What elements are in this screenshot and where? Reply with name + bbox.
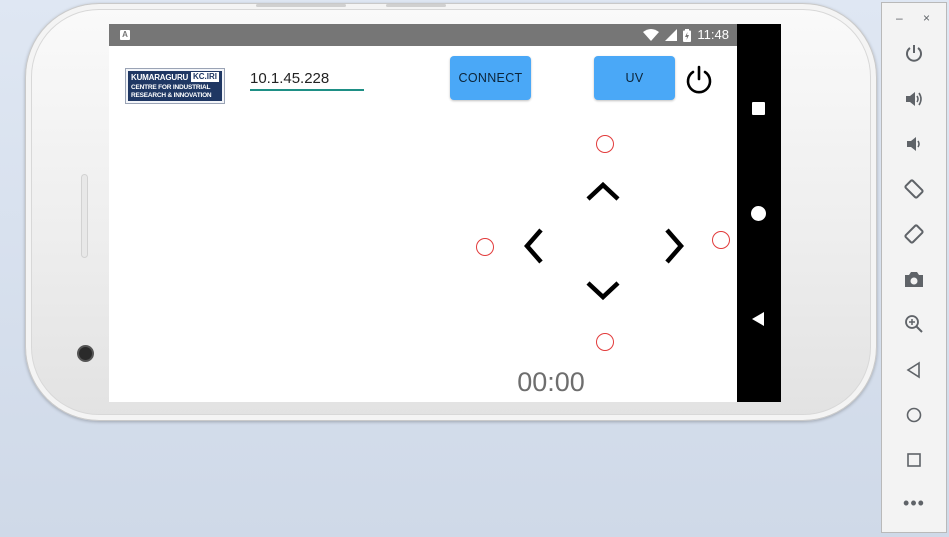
volume-down-icon[interactable] — [902, 132, 926, 156]
close-button[interactable]: × — [923, 11, 930, 25]
emulator-toolbar: – × ••• — [881, 2, 947, 533]
device-screen: A 11:48 KUMARAGURU KC.IRI CENTRE FOR IND… — [109, 24, 781, 402]
android-nav-bar — [737, 24, 781, 402]
rotate-left-icon[interactable] — [902, 177, 926, 201]
kciri-logo: KUMARAGURU KC.IRI CENTRE FOR INDUSTRIAL … — [125, 68, 225, 104]
rotate-right-icon[interactable] — [902, 222, 926, 246]
home-button[interactable] — [751, 206, 766, 221]
battery-icon — [683, 28, 692, 42]
logo-panel: KUMARAGURU KC.IRI CENTRE FOR INDUSTRIAL … — [128, 71, 222, 101]
chevron-down-icon[interactable] — [583, 270, 623, 310]
indicator-up — [596, 135, 614, 153]
indicator-left — [476, 238, 494, 256]
camera-icon[interactable] — [902, 267, 926, 291]
connect-button[interactable]: CONNECT — [450, 56, 531, 100]
status-bar: A 11:48 — [109, 24, 737, 46]
power-key — [386, 4, 446, 7]
minimize-button[interactable]: – — [896, 11, 903, 25]
uv-button[interactable]: UV — [594, 56, 675, 100]
overview-icon[interactable] — [902, 448, 926, 472]
power-icon[interactable] — [902, 41, 926, 65]
back-icon[interactable] — [902, 358, 926, 382]
chevron-up-icon[interactable] — [583, 172, 623, 212]
home-icon[interactable] — [902, 403, 926, 427]
chevron-left-icon[interactable] — [514, 226, 554, 266]
logo-tag: KC.IRI — [191, 72, 219, 82]
volume-up-icon[interactable] — [902, 87, 926, 111]
signal-icon — [665, 29, 678, 41]
recents-button[interactable] — [752, 102, 765, 115]
zoom-icon[interactable] — [902, 312, 926, 336]
volume-rocker — [256, 4, 346, 7]
front-camera — [77, 345, 94, 362]
side-grip — [81, 174, 88, 258]
notification-icon: A — [120, 30, 130, 40]
chevron-right-icon[interactable] — [654, 226, 694, 266]
indicator-right — [712, 231, 730, 249]
more-icon[interactable]: ••• — [898, 494, 930, 512]
logo-subtitle-1: CENTRE FOR INDUSTRIAL — [131, 84, 211, 91]
power-icon[interactable] — [683, 64, 715, 96]
ip-address-input[interactable] — [250, 67, 364, 91]
toolbar-window-controls: – × — [882, 11, 946, 25]
logo-subtitle-2: RESEARCH & INNOVATION — [131, 92, 212, 99]
status-time: 11:48 — [697, 27, 729, 42]
timer-display: 00:00 — [517, 367, 585, 397]
back-button[interactable] — [752, 312, 764, 326]
indicator-down — [596, 333, 614, 351]
wifi-icon — [643, 29, 660, 41]
logo-title: KUMARAGURU — [131, 73, 189, 82]
status-indicators: 11:48 — [643, 27, 729, 43]
